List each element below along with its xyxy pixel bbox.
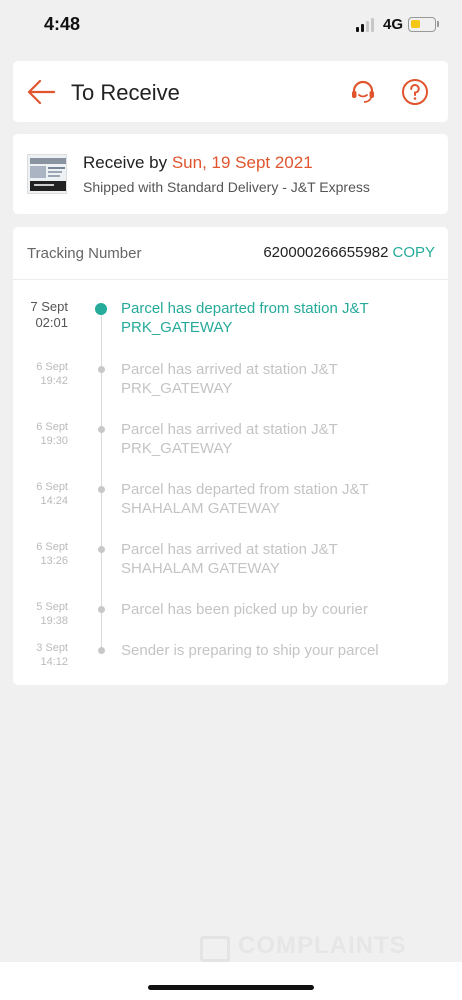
event-timestamp: 6 Sept 19:30 (13, 420, 68, 448)
event-date: 6 Sept (36, 421, 68, 433)
signal-strength-icon (356, 18, 376, 32)
battery-icon (408, 17, 436, 32)
copy-button[interactable]: COPY (392, 244, 435, 261)
tracking-number: 620000266655982 (263, 244, 389, 261)
tracking-card: Tracking Number 620000266655982 COPY 7 Se… (13, 227, 448, 685)
product-thumbnail (27, 154, 67, 194)
event-timestamp: 3 Sept 14:12 (13, 641, 68, 669)
event-description: Parcel has arrived at station J&T PRK_GA… (121, 421, 338, 457)
back-arrow-icon[interactable] (27, 79, 56, 105)
event-description: Parcel has arrived at station J&T SHAHAL… (121, 541, 338, 577)
network-type: 4G (383, 16, 404, 33)
current-status-dot (95, 303, 107, 315)
event-date: 6 Sept (36, 541, 68, 553)
event-time: 14:12 (40, 656, 68, 668)
status-dot (98, 606, 105, 613)
event-time: 14:24 (40, 495, 68, 507)
event-timestamp: 6 Sept 14:24 (13, 480, 68, 508)
page-title: To Receive (71, 80, 180, 105)
status-dot (98, 486, 105, 493)
status-time: 4:48 (44, 14, 81, 34)
event-description: Parcel has been picked up by courier (121, 601, 368, 618)
event-timestamp: 6 Sept 19:42 (13, 360, 68, 388)
tracking-screen: 4:48 4G To Receive Receive by Sun, 19 Se… (0, 0, 462, 1000)
status-dot (98, 647, 105, 654)
status-dot (98, 426, 105, 433)
timeline-line (101, 309, 102, 649)
event-date: 6 Sept (36, 361, 68, 373)
status-bar: 4:48 4G (0, 0, 462, 52)
watermark-icon (200, 936, 230, 962)
shipping-method: Shipped with Standard Delivery - J&T Exp… (83, 179, 370, 195)
header-bar: To Receive (13, 61, 448, 122)
headset-icon[interactable] (349, 78, 377, 106)
event-date: 7 Sept (30, 299, 68, 314)
event-date: 5 Sept (36, 601, 68, 613)
question-mark-icon[interactable] (401, 78, 429, 106)
delivery-info-card: Receive by Sun, 19 Sept 2021 Shipped wit… (13, 134, 448, 214)
battery-cap (437, 21, 439, 27)
tracking-number-label: Tracking Number (27, 245, 142, 262)
receive-date: Sun, 19 Sept 2021 (171, 153, 313, 172)
tracking-header: Tracking Number 620000266655982 COPY (13, 227, 448, 280)
event-timestamp: 5 Sept 19:38 (13, 600, 68, 628)
status-dot (98, 366, 105, 373)
event-time: 19:30 (40, 435, 68, 447)
receive-prefix: Receive by (83, 153, 172, 172)
home-indicator[interactable] (148, 985, 314, 990)
watermark: COMPLAINTS (238, 932, 407, 959)
event-timestamp: 7 Sept 02:01 (13, 299, 68, 331)
event-timestamp: 6 Sept 13:26 (13, 540, 68, 568)
event-time: 02:01 (35, 315, 68, 330)
event-date: 3 Sept (36, 642, 68, 654)
event-time: 13:26 (40, 555, 68, 567)
estimated-receive-date: Receive by Sun, 19 Sept 2021 (83, 153, 313, 173)
event-description: Parcel has departed from station J&T SHA… (121, 481, 369, 517)
event-description: Parcel has arrived at station J&T PRK_GA… (121, 361, 338, 397)
event-date: 6 Sept (36, 481, 68, 493)
event-time: 19:42 (40, 375, 68, 387)
status-dot (98, 546, 105, 553)
home-area (0, 962, 462, 1000)
event-time: 19:38 (40, 615, 68, 627)
event-description: Parcel has departed from station J&T PRK… (121, 300, 369, 336)
event-description: Sender is preparing to ship your parcel (121, 642, 379, 659)
